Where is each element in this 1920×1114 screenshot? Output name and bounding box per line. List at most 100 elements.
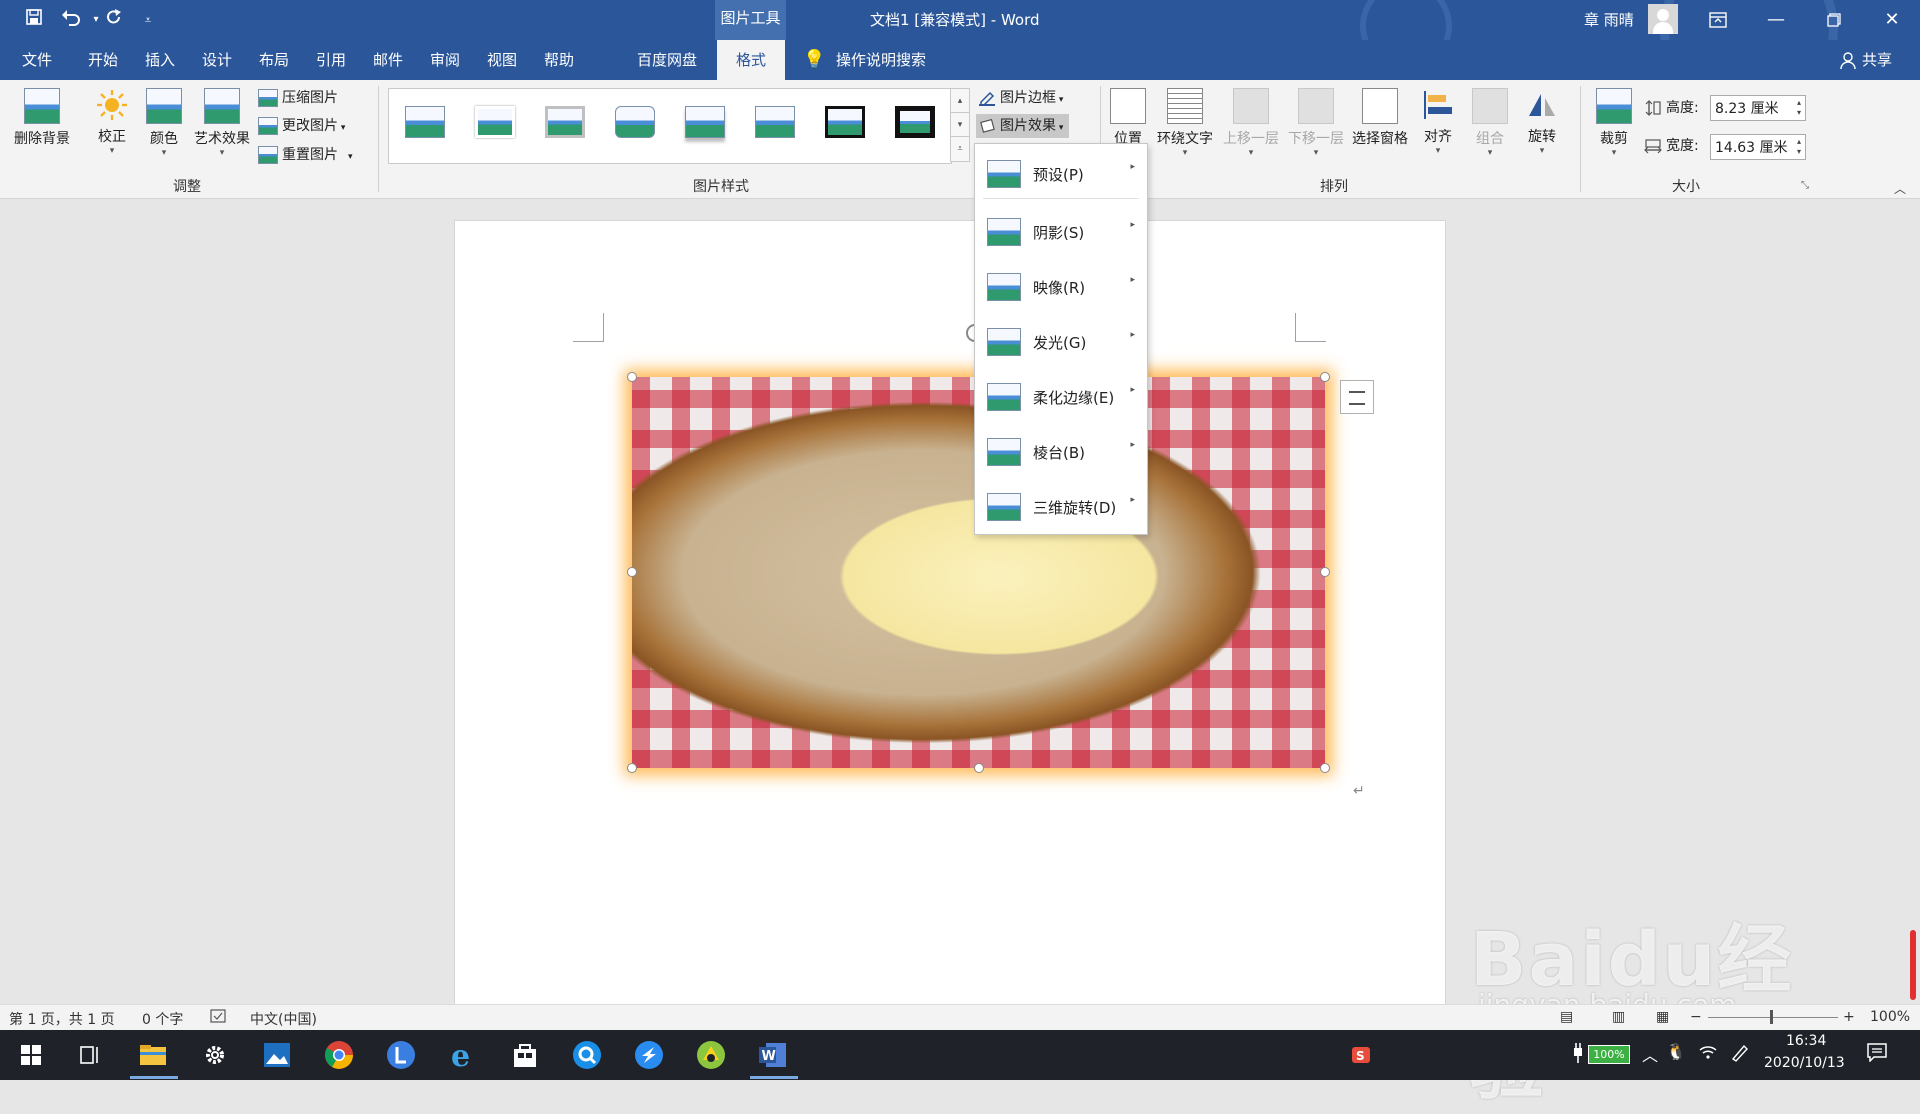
- collapse-ribbon-icon[interactable]: ︿: [1894, 180, 1906, 197]
- tab-design[interactable]: 设计: [202, 40, 232, 80]
- photos-app-icon[interactable]: [260, 1038, 294, 1072]
- pen-input-icon[interactable]: [1730, 1042, 1750, 1066]
- clock-date[interactable]: 2020/10/13: [1764, 1055, 1845, 1071]
- wrap-text-button[interactable]: 环绕文字 ▾: [1152, 88, 1218, 158]
- chrome-icon[interactable]: [322, 1038, 356, 1072]
- redo-icon[interactable]: [100, 8, 128, 32]
- corrections-button[interactable]: 校正 ▾: [90, 88, 134, 156]
- feishu-app-icon[interactable]: [632, 1038, 666, 1072]
- gallery-scroll-down[interactable]: ▾: [950, 112, 970, 138]
- search-app-icon[interactable]: [570, 1038, 604, 1072]
- chevron-up-icon[interactable]: ︿: [1642, 1042, 1658, 1066]
- rotate-button[interactable]: 旋转 ▾: [1522, 88, 1562, 156]
- group-button[interactable]: 组合 ▾: [1470, 88, 1510, 158]
- zoom-level[interactable]: 100%: [1870, 1009, 1910, 1025]
- file-explorer-icon[interactable]: [136, 1038, 170, 1072]
- picture-styles-gallery[interactable]: [388, 88, 952, 164]
- read-mode-icon[interactable]: ▤: [1560, 1009, 1573, 1025]
- zoom-slider[interactable]: [1708, 1017, 1838, 1018]
- tab-view[interactable]: 视图: [487, 40, 517, 80]
- bring-forward-button[interactable]: 上移一层 ▾: [1220, 88, 1282, 158]
- tab-layout[interactable]: 布局: [259, 40, 289, 80]
- effects-menu-item-3d-rotation[interactable]: 三维旋转(D) ▸: [975, 481, 1147, 533]
- gallery-more[interactable]: ⩡: [950, 136, 970, 162]
- effects-menu-item-glow[interactable]: 发光(G) ▸: [975, 316, 1147, 368]
- task-view-icon[interactable]: [72, 1038, 106, 1072]
- width-spinner[interactable]: ▴ ▾: [1797, 137, 1801, 157]
- picture-style-option[interactable]: [545, 106, 585, 138]
- power-plug-icon[interactable]: [1570, 1042, 1586, 1068]
- qq-icon[interactable]: 🐧: [1666, 1042, 1686, 1061]
- align-button[interactable]: 对齐 ▾: [1418, 88, 1458, 156]
- user-avatar[interactable]: [1648, 4, 1678, 34]
- height-spinner[interactable]: ▴ ▾: [1797, 98, 1801, 118]
- picture-style-option[interactable]: [825, 106, 865, 138]
- ribbon-display-options-icon[interactable]: [1690, 0, 1746, 40]
- notification-icon[interactable]: [1866, 1042, 1888, 1066]
- remove-background-button[interactable]: 删除背景: [8, 88, 76, 148]
- word-app-icon[interactable]: W: [756, 1038, 790, 1072]
- zoom-out-icon[interactable]: −: [1690, 1009, 1702, 1025]
- store-bag-icon[interactable]: [508, 1038, 542, 1072]
- effects-menu-item-shadow[interactable]: 阴影(S) ▸: [975, 206, 1147, 258]
- zoom-in-icon[interactable]: +: [1843, 1009, 1855, 1025]
- picture-style-option[interactable]: [615, 106, 655, 138]
- change-picture-button[interactable]: 更改图片 ▾: [258, 114, 345, 138]
- restore-button[interactable]: [1806, 0, 1862, 40]
- tab-file[interactable]: 文件: [22, 40, 52, 80]
- share-button[interactable]: 共享: [1862, 40, 1892, 80]
- effects-menu-item-soft-edges[interactable]: 柔化边缘(E) ▸: [975, 371, 1147, 423]
- tab-home[interactable]: 开始: [88, 40, 118, 80]
- wifi-icon[interactable]: [1698, 1042, 1718, 1066]
- picture-style-option[interactable]: [895, 106, 935, 138]
- layout-options-button[interactable]: [1340, 380, 1374, 414]
- tab-help[interactable]: 帮助: [544, 40, 574, 80]
- windows-start-icon[interactable]: [14, 1038, 48, 1072]
- send-backward-button[interactable]: 下移一层 ▾: [1285, 88, 1347, 158]
- letter-l-app-icon[interactable]: [384, 1038, 418, 1072]
- battery-indicator[interactable]: 100%: [1588, 1045, 1630, 1064]
- tab-insert[interactable]: 插入: [145, 40, 175, 80]
- effects-menu-item-preset[interactable]: 预设(P) ▸: [975, 148, 1147, 200]
- resize-handle[interactable]: [627, 372, 637, 382]
- tab-references[interactable]: 引用: [316, 40, 346, 80]
- tab-mailings[interactable]: 邮件: [373, 40, 403, 80]
- word-count[interactable]: 0 个字: [142, 1009, 183, 1029]
- effects-menu-item-reflection[interactable]: 映像(R) ▸: [975, 261, 1147, 313]
- minimize-button[interactable]: —: [1748, 0, 1804, 40]
- internet-explorer-icon[interactable]: e: [446, 1038, 480, 1074]
- crop-button[interactable]: 裁剪 ▾: [1594, 88, 1634, 158]
- tell-me-search[interactable]: 操作说明搜索: [836, 40, 926, 80]
- save-icon[interactable]: [20, 8, 48, 32]
- effects-menu-item-bevel[interactable]: 棱台(B) ▸: [975, 426, 1147, 478]
- resize-handle[interactable]: [1320, 763, 1330, 773]
- position-button[interactable]: 位置: [1108, 88, 1148, 148]
- tab-baidu-netdisk[interactable]: 百度网盘: [637, 40, 697, 80]
- width-input[interactable]: 14.63 厘米 ▴ ▾: [1710, 134, 1806, 160]
- green-app-icon[interactable]: [694, 1038, 728, 1072]
- language[interactable]: 中文(中国): [250, 1009, 317, 1029]
- height-input[interactable]: 8.23 厘米 ▴ ▾: [1710, 95, 1806, 121]
- picture-style-option[interactable]: [405, 106, 445, 138]
- resize-handle[interactable]: [627, 567, 637, 577]
- customize-qat-icon[interactable]: ⩡: [134, 8, 162, 32]
- zoom-slider-thumb[interactable]: [1770, 1010, 1773, 1024]
- size-dialog-launcher-icon[interactable]: ⤡: [1801, 180, 1809, 191]
- close-button[interactable]: ✕: [1864, 0, 1920, 40]
- settings-gear-icon[interactable]: [198, 1038, 232, 1072]
- user-name[interactable]: 章 雨晴: [1584, 9, 1634, 30]
- wps-tray-icon[interactable]: S: [1344, 1038, 1378, 1072]
- reset-picture-button[interactable]: 重置图片 ▾: [258, 143, 353, 167]
- resize-handle[interactable]: [627, 763, 637, 773]
- picture-style-option[interactable]: [475, 106, 515, 138]
- picture-border-button[interactable]: 图片边框 ▾: [978, 86, 1063, 110]
- web-layout-icon[interactable]: ▦: [1656, 1009, 1669, 1025]
- picture-style-option[interactable]: [755, 106, 795, 138]
- proofing-icon[interactable]: [210, 1009, 226, 1027]
- compress-pictures-button[interactable]: 压缩图片: [258, 86, 338, 110]
- tab-review[interactable]: 审阅: [430, 40, 460, 80]
- resize-handle[interactable]: [1320, 567, 1330, 577]
- resize-handle[interactable]: [1320, 372, 1330, 382]
- clock-time[interactable]: 16:34: [1786, 1033, 1826, 1049]
- page-count[interactable]: 第 1 页，共 1 页: [9, 1009, 115, 1029]
